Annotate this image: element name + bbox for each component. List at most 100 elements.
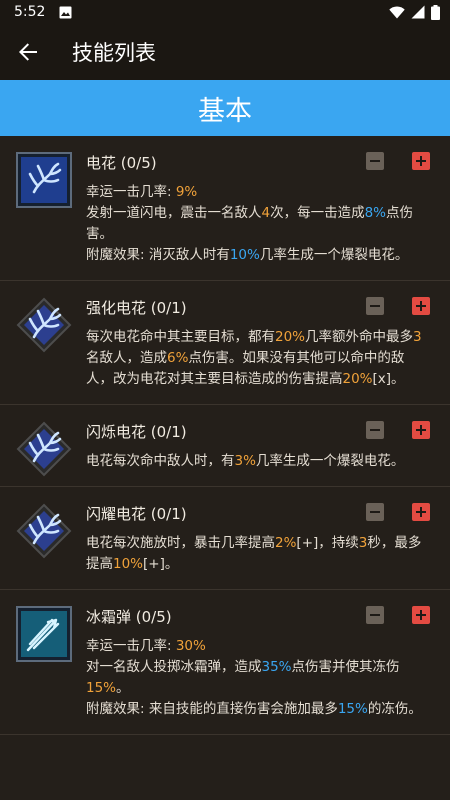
plus-icon-vertical — [419, 156, 423, 166]
highlight-value: 3% — [234, 453, 256, 469]
minus-icon — [370, 159, 380, 163]
decrease-skill-button[interactable] — [366, 606, 384, 624]
highlight-value: 2% — [275, 535, 297, 551]
skill-point-controls — [366, 421, 430, 439]
highlight-value: 9% — [175, 184, 198, 200]
description-line: 15%。 — [86, 678, 438, 699]
highlight-value: 20% — [342, 371, 373, 387]
highlight-value: 15% — [86, 680, 117, 696]
highlight-value: 35% — [261, 659, 292, 675]
description-text: 害。 — [86, 226, 113, 242]
lightning-diamond-icon — [16, 421, 72, 477]
lightning-diamond-icon — [16, 503, 72, 559]
description-text: 秒，最多 — [367, 535, 422, 551]
minus-icon — [370, 428, 380, 432]
category-header: 基本 — [0, 80, 450, 136]
wifi-icon — [389, 6, 405, 19]
description-text: 附魔效果: 消灭敌人时有 — [86, 247, 230, 263]
decrease-skill-button[interactable] — [366, 503, 384, 521]
status-bar: 5:52 — [0, 0, 450, 24]
description-text: 电花每次施放时，暴击几率提高 — [86, 535, 275, 551]
highlight-value: 4 — [261, 205, 271, 221]
description-line: 幸运一击几率: 30% — [86, 636, 438, 657]
description-text: 几率额外命中最多 — [305, 329, 414, 345]
app-bar: 技能列表 — [0, 24, 450, 80]
plus-icon-vertical — [419, 610, 423, 620]
arrow-left-icon — [19, 43, 37, 61]
description-line: 附魔效果: 来自技能的直接伤害会施加最多15%的冻伤。 — [86, 699, 438, 720]
image-notification-icon — [59, 6, 72, 19]
highlight-value: 6% — [167, 350, 189, 366]
description-text: 发射一道闪电，震击一名敌人 — [86, 205, 262, 221]
description-text: 电花每次命中敌人时，有 — [86, 453, 235, 469]
lightning-fork-icon — [16, 152, 72, 208]
back-button[interactable] — [0, 24, 56, 80]
minus-icon — [370, 510, 380, 514]
skill-description: 电花每次施放时，暴击几率提高2%[+]，持续3秒，最多 提高10%[+]。 — [86, 533, 438, 575]
description-line: 电花每次施放时，暴击几率提高2%[+]，持续3秒，最多 — [86, 533, 438, 554]
skill-item: 冰霜弹 (0/5) 幸运一击几率: 30% 对一名敌人投掷冰霜弹，造成35%点伤害并… — [0, 590, 450, 735]
description-text: 幸运一击几率: — [86, 638, 176, 654]
increase-skill-button[interactable] — [412, 606, 430, 624]
frost-bolt-icon — [16, 606, 72, 662]
plus-icon-vertical — [419, 425, 423, 435]
description-text: [+]，持续 — [296, 535, 359, 551]
signal-icon — [411, 5, 425, 19]
description-text: 对一名敌人投掷冰霜弹，造成 — [86, 659, 262, 675]
description-text: 点伤 — [386, 205, 414, 221]
description-text: 幸运一击几率: — [86, 184, 176, 200]
skill-point-controls — [366, 606, 430, 624]
description-text: 次，每一击造成 — [270, 205, 365, 221]
description-text: [x]。 — [372, 371, 405, 387]
description-text: 几率生成一个爆裂电花。 — [255, 453, 405, 469]
description-text: 点伤害。如果没有其他可以命中的敌 — [188, 350, 405, 366]
highlight-value: 15% — [337, 701, 368, 717]
skill-list[interactable]: 电花 (0/5) 幸运一击几率: 9% 发射一道闪电，震击一名敌人4次，每一击造成8… — [0, 136, 450, 800]
skill-point-controls — [366, 297, 430, 315]
description-line: 提高10%[+]。 — [86, 554, 438, 575]
status-time: 5:52 — [14, 4, 46, 20]
battery-icon — [431, 4, 440, 20]
description-line: 害。 — [86, 224, 438, 245]
increase-skill-button[interactable] — [412, 152, 430, 170]
description-line: 幸运一击几率: 9% — [86, 182, 438, 203]
description-line: 电花每次命中敌人时，有3%几率生成一个爆裂电花。 — [86, 451, 438, 472]
description-text: [+]。 — [143, 556, 179, 572]
description-line: 发射一道闪电，震击一名敌人4次，每一击造成8%点伤 — [86, 203, 438, 224]
skill-description: 每次电花命中其主要目标，都有20%几率额外命中最多3 名敌人，造成6%点伤害。如果… — [86, 327, 438, 390]
skill-description: 幸运一击几率: 30% 对一名敌人投掷冰霜弹，造成35%点伤害并使其冻伤 15%。附… — [86, 636, 438, 720]
decrease-skill-button[interactable] — [366, 152, 384, 170]
increase-skill-button[interactable] — [412, 503, 430, 521]
highlight-value: 8% — [364, 205, 387, 221]
description-text: 。 — [116, 680, 130, 696]
highlight-value: 10% — [229, 247, 260, 263]
description-text: 人，改为电花对其主要目标造成的伤害提高 — [86, 371, 343, 387]
description-line: 每次电花命中其主要目标，都有20%几率额外命中最多3 — [86, 327, 438, 348]
skill-item: 闪烁电花 (0/1) 电花每次命中敌人时，有3%几率生成一个爆裂电花。 — [0, 405, 450, 487]
decrease-skill-button[interactable] — [366, 297, 384, 315]
decrease-skill-button[interactable] — [366, 421, 384, 439]
skill-item: 闪耀电花 (0/1) 电花每次施放时，暴击几率提高2%[+]，持续3秒，最多 提高1… — [0, 487, 450, 590]
description-text: 名敌人，造成 — [86, 350, 167, 366]
highlight-value: 10% — [113, 556, 144, 572]
description-text: 几率生成一个爆裂电花。 — [259, 247, 409, 263]
page-title: 技能列表 — [72, 41, 156, 65]
minus-icon — [370, 613, 380, 617]
description-line: 附魔效果: 消灭敌人时有10%几率生成一个爆裂电花。 — [86, 245, 438, 266]
highlight-value: 20% — [275, 329, 306, 345]
description-text: 的冻伤。 — [367, 701, 422, 717]
description-line: 名敌人，造成6%点伤害。如果没有其他可以命中的敌 — [86, 348, 438, 369]
description-text: 附魔效果: 来自技能的直接伤害会施加最多 — [86, 701, 338, 717]
description-text: 点伤害并使其冻伤 — [291, 659, 400, 675]
skill-point-controls — [366, 152, 430, 170]
description-line: 人，改为电花对其主要目标造成的伤害提高20%[x]。 — [86, 369, 438, 390]
highlight-value: 3 — [413, 329, 422, 345]
increase-skill-button[interactable] — [412, 297, 430, 315]
plus-icon-vertical — [419, 301, 423, 311]
minus-icon — [370, 304, 380, 308]
lightning-diamond-icon — [16, 297, 72, 353]
increase-skill-button[interactable] — [412, 421, 430, 439]
skill-description: 电花每次命中敌人时，有3%几率生成一个爆裂电花。 — [86, 451, 438, 472]
description-text: 每次电花命中其主要目标，都有 — [86, 329, 275, 345]
plus-icon-vertical — [419, 507, 423, 517]
